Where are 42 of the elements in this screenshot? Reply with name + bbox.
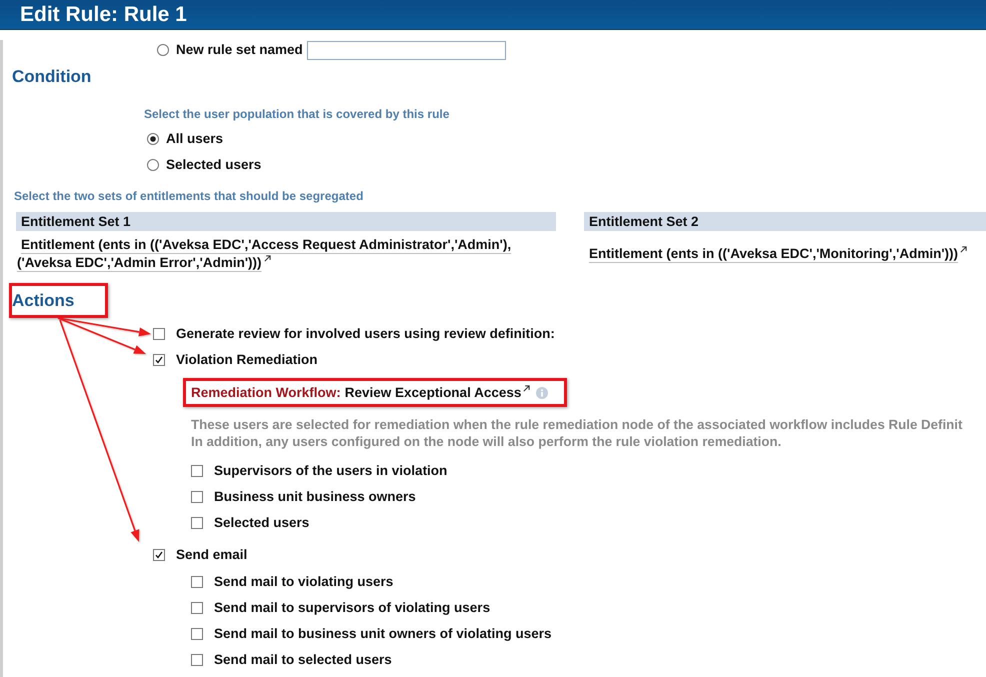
checkbox[interactable] bbox=[191, 465, 203, 477]
checkbox[interactable] bbox=[191, 517, 203, 529]
radio-label: New rule set named bbox=[176, 42, 303, 58]
checkbox[interactable] bbox=[191, 576, 203, 588]
entitlement-link[interactable]: Entitlement (ents in (('Aveksa EDC','Access Request Administrator','Admin'), ('Aveksa EDC','Admin Error','Admin'))) bbox=[16, 236, 532, 272]
workflow-link[interactable]: Review Exceptional Access bbox=[344, 385, 530, 400]
radio-button[interactable] bbox=[147, 159, 159, 171]
checkbox-label: Send email bbox=[176, 547, 248, 563]
checkbox[interactable] bbox=[153, 328, 165, 340]
checkbox-label: Send mail to selected users bbox=[214, 652, 392, 668]
checkbox[interactable] bbox=[191, 602, 203, 614]
radio-button[interactable] bbox=[157, 44, 169, 56]
entitlement-set-header: Entitlement Set 2 bbox=[584, 212, 986, 231]
checkbox[interactable] bbox=[191, 491, 203, 503]
entitlement-set-header: Entitlement Set 1 bbox=[16, 212, 556, 231]
checkbox-label: Send mail to violating users bbox=[214, 574, 394, 590]
workflow-label: Remediation Workflow: bbox=[191, 385, 341, 400]
external-link-icon bbox=[264, 255, 271, 262]
radio-button[interactable] bbox=[147, 133, 159, 145]
remediation-note: These users are selected for remediation when the rule remediation node of the associated workflow includes Rule Definit In addition, any users configured on the node will also perform the rule violation remediation. bbox=[191, 416, 962, 450]
checkbox-label: Selected users bbox=[214, 515, 310, 531]
checkbox-label: Business unit business owners bbox=[214, 489, 416, 505]
population-prompt: Select the user population that is covered by this rule bbox=[144, 107, 450, 122]
checkbox-label: Send mail to business unit owners of violating users bbox=[214, 626, 552, 642]
checkbox-label: Send mail to supervisors of violating users bbox=[214, 600, 490, 616]
external-link-icon bbox=[960, 246, 968, 253]
entitlements-prompt: Select the two sets of entitlements that should be segregated bbox=[14, 189, 364, 204]
checkbox-label: Violation Remediation bbox=[176, 352, 318, 368]
radio-label: Selected users bbox=[166, 157, 262, 173]
radio-label: All users bbox=[166, 131, 224, 147]
checkbox-label: Generate review for involved users using review definition: bbox=[176, 326, 555, 342]
section-heading: Actions bbox=[12, 290, 74, 310]
window-title: Edit Rule: Rule 1 bbox=[20, 2, 187, 26]
checkbox[interactable] bbox=[153, 549, 165, 561]
entitlement-link[interactable]: Entitlement (ents in (('Aveksa EDC','Monitoring','Admin'))) bbox=[584, 245, 968, 263]
section-heading: Condition bbox=[12, 67, 92, 87]
checkbox-label: Supervisors of the users in violation bbox=[214, 463, 448, 479]
rule-set-name-field[interactable] bbox=[306, 40, 506, 60]
checkbox[interactable] bbox=[191, 654, 203, 666]
checkbox[interactable] bbox=[153, 354, 165, 366]
checkbox[interactable] bbox=[191, 628, 203, 640]
external-link-icon bbox=[523, 385, 530, 392]
